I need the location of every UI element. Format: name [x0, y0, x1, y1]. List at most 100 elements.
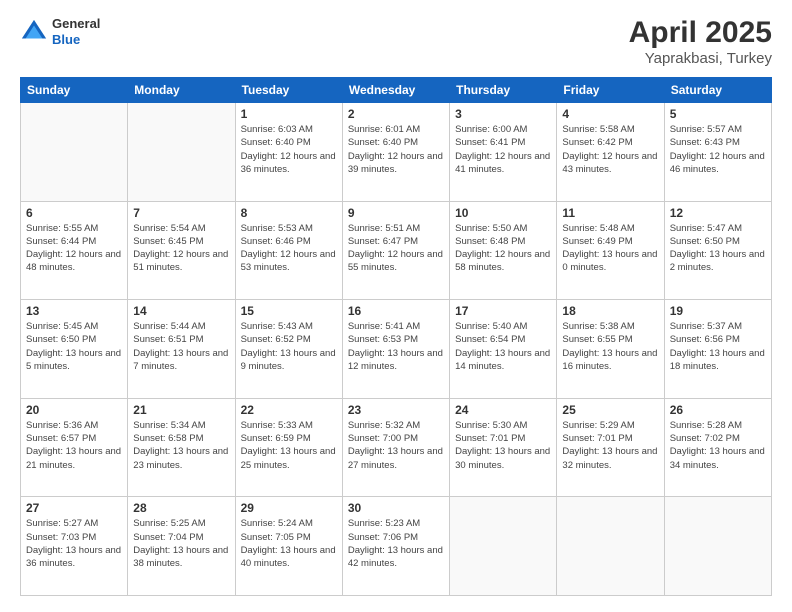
day-detail: Sunrise: 5:34 AMSunset: 6:58 PMDaylight:…: [133, 419, 229, 472]
calendar-cell: 4 Sunrise: 5:58 AMSunset: 6:42 PMDaylight…: [557, 103, 664, 202]
day-detail: Sunrise: 5:32 AMSunset: 7:00 PMDaylight:…: [348, 419, 444, 472]
day-number: 23: [348, 403, 444, 417]
day-detail: Sunrise: 5:43 AMSunset: 6:52 PMDaylight:…: [241, 320, 337, 373]
title-block: April 2025 Yaprakbasi, Turkey: [629, 16, 772, 67]
day-detail: Sunrise: 5:40 AMSunset: 6:54 PMDaylight:…: [455, 320, 551, 373]
calendar-cell: 10 Sunrise: 5:50 AMSunset: 6:48 PMDayligh…: [450, 201, 557, 300]
logo: General Blue: [20, 16, 100, 47]
day-detail: Sunrise: 5:30 AMSunset: 7:01 PMDaylight:…: [455, 419, 551, 472]
calendar-cell: 15Sunrise: 5:43 AMSunset: 6:52 PMDayligh…: [235, 300, 342, 399]
calendar-header-tuesday: Tuesday: [235, 78, 342, 103]
day-number: 2: [348, 107, 444, 121]
calendar-cell: 28 Sunrise: 5:25 AMSunset: 7:04 PMDayligh…: [128, 497, 235, 596]
day-detail: Sunrise: 5:55 AMSunset: 6:44 PMDaylight:…: [26, 222, 122, 275]
calendar-cell: 17 Sunrise: 5:40 AMSunset: 6:54 PMDayligh…: [450, 300, 557, 399]
day-detail: Sunrise: 5:48 AMSunset: 6:49 PMDaylight:…: [562, 222, 658, 275]
day-number: 30: [348, 501, 444, 515]
week-row-3: 13 Sunrise: 5:45 AMSunset: 6:50 PMDayligh…: [21, 300, 772, 399]
calendar-cell: 16 Sunrise: 5:41 AMSunset: 6:53 PMDayligh…: [342, 300, 449, 399]
day-detail: Sunrise: 5:41 AMSunset: 6:53 PMDaylight:…: [348, 320, 444, 373]
calendar-header-monday: Monday: [128, 78, 235, 103]
day-number: 29: [241, 501, 337, 515]
day-detail: Sunrise: 6:01 AMSunset: 6:40 PMDaylight:…: [348, 123, 444, 176]
day-number: 12: [670, 206, 766, 220]
logo-blue: Blue: [52, 32, 100, 48]
calendar-cell: 3 Sunrise: 6:00 AMSunset: 6:41 PMDaylight…: [450, 103, 557, 202]
day-number: 3: [455, 107, 551, 121]
day-detail: Sunrise: 6:00 AMSunset: 6:41 PMDaylight:…: [455, 123, 551, 176]
calendar-cell: 23 Sunrise: 5:32 AMSunset: 7:00 PMDayligh…: [342, 398, 449, 497]
logo-general: General: [52, 16, 100, 32]
week-row-5: 27 Sunrise: 5:27 AMSunset: 7:03 PMDayligh…: [21, 497, 772, 596]
day-number: 28: [133, 501, 229, 515]
day-detail: Sunrise: 6:03 AMSunset: 6:40 PMDaylight:…: [241, 123, 337, 176]
day-number: 8: [241, 206, 337, 220]
calendar-cell: 8Sunrise: 5:53 AMSunset: 6:46 PMDaylight…: [235, 201, 342, 300]
day-detail: Sunrise: 5:38 AMSunset: 6:55 PMDaylight:…: [562, 320, 658, 373]
day-detail: Sunrise: 5:54 AMSunset: 6:45 PMDaylight:…: [133, 222, 229, 275]
day-detail: Sunrise: 5:44 AMSunset: 6:51 PMDaylight:…: [133, 320, 229, 373]
day-detail: Sunrise: 5:27 AMSunset: 7:03 PMDaylight:…: [26, 517, 122, 570]
calendar-cell: 27 Sunrise: 5:27 AMSunset: 7:03 PMDayligh…: [21, 497, 128, 596]
day-detail: Sunrise: 5:29 AMSunset: 7:01 PMDaylight:…: [562, 419, 658, 472]
calendar-cell: [128, 103, 235, 202]
day-detail: Sunrise: 5:47 AMSunset: 6:50 PMDaylight:…: [670, 222, 766, 275]
day-detail: Sunrise: 5:33 AMSunset: 6:59 PMDaylight:…: [241, 419, 337, 472]
day-number: 13: [26, 304, 122, 318]
day-number: 22: [241, 403, 337, 417]
calendar-header-wednesday: Wednesday: [342, 78, 449, 103]
day-number: 26: [670, 403, 766, 417]
calendar-cell: [450, 497, 557, 596]
calendar-cell: 21 Sunrise: 5:34 AMSunset: 6:58 PMDayligh…: [128, 398, 235, 497]
calendar-cell: 7 Sunrise: 5:54 AMSunset: 6:45 PMDaylight…: [128, 201, 235, 300]
logo-text: General Blue: [52, 16, 100, 47]
calendar-cell: 26 Sunrise: 5:28 AMSunset: 7:02 PMDayligh…: [664, 398, 771, 497]
day-detail: Sunrise: 5:51 AMSunset: 6:47 PMDaylight:…: [348, 222, 444, 275]
calendar-cell: 6 Sunrise: 5:55 AMSunset: 6:44 PMDaylight…: [21, 201, 128, 300]
calendar-cell: 29 Sunrise: 5:24 AMSunset: 7:05 PMDayligh…: [235, 497, 342, 596]
day-number: 20: [26, 403, 122, 417]
day-number: 11: [562, 206, 658, 220]
calendar-cell: [664, 497, 771, 596]
day-detail: Sunrise: 5:37 AMSunset: 6:56 PMDaylight:…: [670, 320, 766, 373]
day-detail: Sunrise: 5:45 AMSunset: 6:50 PMDaylight:…: [26, 320, 122, 373]
calendar-cell: 25Sunrise: 5:29 AMSunset: 7:01 PMDayligh…: [557, 398, 664, 497]
day-number: 10: [455, 206, 551, 220]
day-number: 4: [562, 107, 658, 121]
calendar-cell: 11 Sunrise: 5:48 AMSunset: 6:49 PMDayligh…: [557, 201, 664, 300]
day-detail: Sunrise: 5:50 AMSunset: 6:48 PMDaylight:…: [455, 222, 551, 275]
calendar-cell: 13 Sunrise: 5:45 AMSunset: 6:50 PMDayligh…: [21, 300, 128, 399]
calendar-cell: [21, 103, 128, 202]
calendar-subtitle: Yaprakbasi, Turkey: [629, 50, 772, 67]
calendar-cell: 20 Sunrise: 5:36 AMSunset: 6:57 PMDayligh…: [21, 398, 128, 497]
calendar-cell: 14 Sunrise: 5:44 AMSunset: 6:51 PMDayligh…: [128, 300, 235, 399]
calendar-cell: 19 Sunrise: 5:37 AMSunset: 6:56 PMDayligh…: [664, 300, 771, 399]
day-number: 16: [348, 304, 444, 318]
calendar-cell: [557, 497, 664, 596]
day-number: 7: [133, 206, 229, 220]
calendar-cell: 5Sunrise: 5:57 AMSunset: 6:43 PMDaylight…: [664, 103, 771, 202]
day-number: 14: [133, 304, 229, 318]
day-number: 6: [26, 206, 122, 220]
day-number: 19: [670, 304, 766, 318]
day-detail: Sunrise: 5:24 AMSunset: 7:05 PMDaylight:…: [241, 517, 337, 570]
logo-icon: [20, 18, 48, 46]
day-number: 9: [348, 206, 444, 220]
day-number: 27: [26, 501, 122, 515]
calendar-cell: 24 Sunrise: 5:30 AMSunset: 7:01 PMDayligh…: [450, 398, 557, 497]
calendar-table: SundayMondayTuesdayWednesdayThursdayFrid…: [20, 77, 772, 596]
week-row-2: 6 Sunrise: 5:55 AMSunset: 6:44 PMDaylight…: [21, 201, 772, 300]
day-detail: Sunrise: 5:28 AMSunset: 7:02 PMDaylight:…: [670, 419, 766, 472]
day-detail: Sunrise: 5:58 AMSunset: 6:42 PMDaylight:…: [562, 123, 658, 176]
calendar-cell: 30Sunrise: 5:23 AMSunset: 7:06 PMDayligh…: [342, 497, 449, 596]
header: General Blue April 2025 Yaprakbasi, Turk…: [20, 16, 772, 67]
day-number: 5: [670, 107, 766, 121]
page: General Blue April 2025 Yaprakbasi, Turk…: [0, 0, 792, 612]
calendar-header-sunday: Sunday: [21, 78, 128, 103]
day-detail: Sunrise: 5:36 AMSunset: 6:57 PMDaylight:…: [26, 419, 122, 472]
day-number: 24: [455, 403, 551, 417]
day-number: 17: [455, 304, 551, 318]
day-number: 21: [133, 403, 229, 417]
day-detail: Sunrise: 5:25 AMSunset: 7:04 PMDaylight:…: [133, 517, 229, 570]
calendar-cell: 12 Sunrise: 5:47 AMSunset: 6:50 PMDayligh…: [664, 201, 771, 300]
